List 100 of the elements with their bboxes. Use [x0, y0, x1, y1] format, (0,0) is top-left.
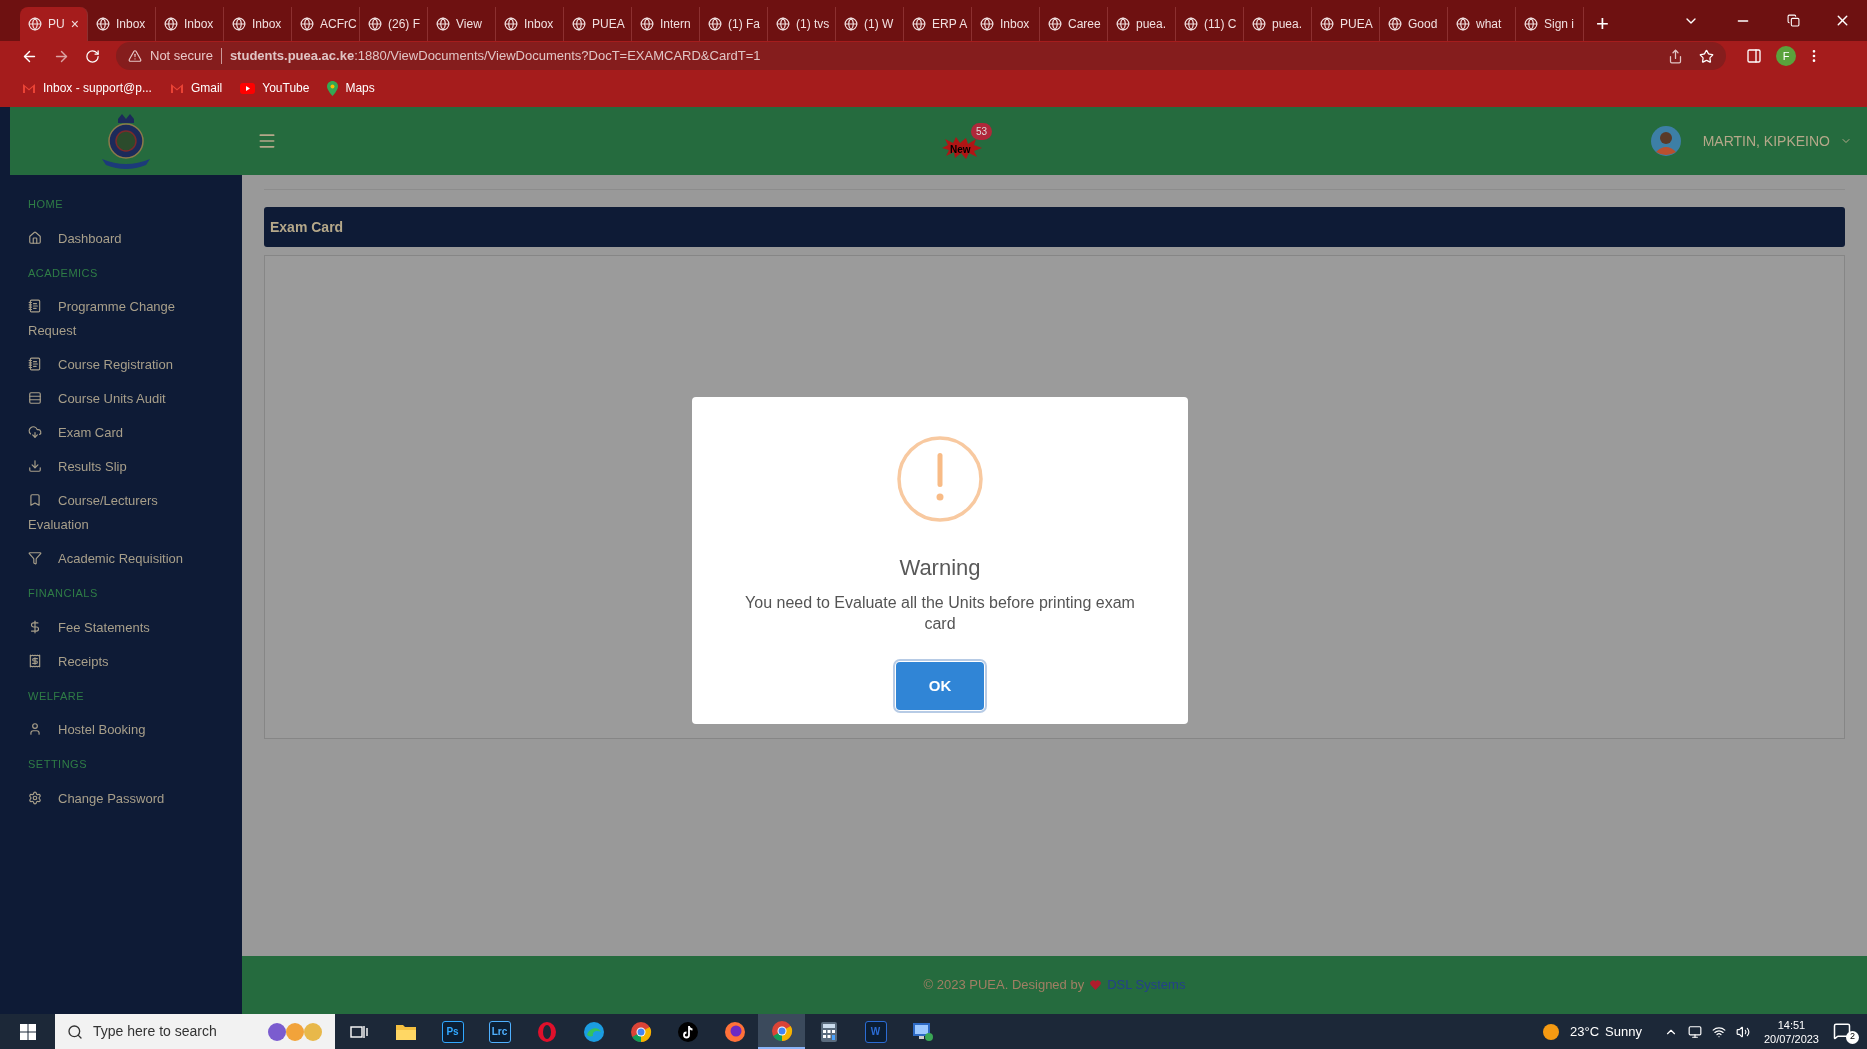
- display-icon[interactable]: [1687, 1024, 1702, 1039]
- favicon-icon: [164, 17, 178, 31]
- star-icon[interactable]: [1699, 48, 1714, 64]
- starburst-icon: [942, 137, 982, 159]
- sun-icon: [1542, 1022, 1560, 1041]
- favicon-icon: [776, 17, 790, 31]
- folder-icon: [394, 1022, 417, 1041]
- section-heading: HOME: [28, 197, 64, 212]
- sidebar-item[interactable]: Course/Lecturers Evaluation: [28, 484, 203, 542]
- fox-logo-icon: [723, 1020, 746, 1043]
- ring-logo-icon: [535, 1020, 558, 1043]
- favicon-icon: [368, 17, 382, 31]
- side-panel-icon[interactable]: [1746, 48, 1762, 64]
- clock[interactable]: 14:51 20/07/2023: [1763, 1017, 1819, 1046]
- favicon-icon: [708, 17, 722, 31]
- temperature: 23°C: [1570, 1022, 1600, 1041]
- footer-text: © 2023 PUEA. Designed by: [923, 976, 1085, 995]
- app-tile-icon: Ps: [441, 1020, 464, 1043]
- tab-title: ERP A: [932, 16, 968, 33]
- restore-icon[interactable]: [1787, 14, 1800, 27]
- sidebar-item[interactable]: Academic Requisition: [28, 542, 203, 576]
- exclamation-icon: [896, 435, 984, 523]
- menu-item-icon: [28, 722, 42, 736]
- taskbar-app[interactable]: Lrc: [476, 1014, 523, 1049]
- notification-badge: 2: [1846, 1030, 1859, 1044]
- sidebar-item[interactable]: Fee Statements: [28, 610, 203, 645]
- tab-title: Inbox: [184, 16, 214, 33]
- menu-item-icon: [28, 653, 42, 668]
- sidebar-item[interactable]: Dashboard: [28, 221, 203, 256]
- dialog-title: Warning: [899, 554, 981, 582]
- close-tab-button[interactable]: ×: [70, 13, 79, 35]
- menu-item-icon: [28, 790, 42, 805]
- mail-icon: [169, 82, 184, 94]
- sidebar-item[interactable]: Results Slip: [28, 450, 203, 484]
- favicon-icon: [1048, 17, 1062, 31]
- taskbar-app[interactable]: Ps: [429, 1014, 476, 1049]
- sidebar-item[interactable]: Course Registration: [28, 348, 203, 382]
- notification-button[interactable]: New 53: [942, 123, 992, 159]
- tab-title: Inbox: [116, 16, 146, 33]
- address-bar[interactable]: Not secure students.puea.ac.ke:1880/ViewDocuments/ViewDocuments?DocT=EXAMCARD&CardT=1: [116, 42, 1726, 70]
- map-pin-icon: [327, 80, 339, 96]
- notification-count: 53: [970, 123, 992, 140]
- menu-item-icon: [28, 459, 42, 473]
- share-icon[interactable]: [1668, 48, 1683, 64]
- chat-icon: [1833, 1021, 1851, 1040]
- doodle-icon: [267, 1020, 323, 1043]
- menu-item-icon: [28, 551, 42, 565]
- favicon-icon: [436, 17, 450, 31]
- favicon-icon: [232, 17, 246, 31]
- warning-icon: [128, 49, 142, 63]
- tab-title: Good: [1408, 16, 1438, 33]
- monitor-icon: [911, 1021, 934, 1042]
- tab-title: (1) W: [864, 16, 894, 33]
- section-heading: WELFARE: [28, 688, 86, 704]
- weather: Sunny: [1605, 1022, 1642, 1041]
- tab-title: (26) F: [388, 16, 420, 33]
- tab-title: (1) Fa: [728, 16, 760, 33]
- sidebar-item[interactable]: Hostel Booking: [28, 713, 203, 747]
- favicon-icon: [912, 17, 926, 31]
- volume-icon[interactable]: [1735, 1024, 1750, 1039]
- tab-title: puea.: [1136, 16, 1167, 33]
- section-heading: SETTINGS: [28, 757, 88, 772]
- sidebar-item[interactable]: Change Password: [28, 781, 203, 816]
- tab-title: Caree: [1068, 16, 1101, 33]
- favicon-icon: [28, 17, 42, 31]
- tab-title: Intern: [660, 16, 691, 33]
- tab-title: puea.: [1272, 16, 1303, 33]
- bookmark-link[interactable]: Gmail: [169, 79, 223, 97]
- section-heading: ACADEMICS: [28, 265, 99, 281]
- favicon-icon: [96, 17, 110, 31]
- sidebar-item[interactable]: Receipts: [28, 644, 203, 679]
- favicon-icon: [572, 17, 586, 31]
- windows-logo-icon: [19, 1023, 36, 1040]
- favicon-icon: [1388, 17, 1402, 31]
- menu-item-icon: [28, 230, 42, 245]
- dialog-message: You need to Evaluate all the Units before printing exam card: [744, 593, 1136, 634]
- sidebar-item[interactable]: Programme Change Request: [28, 290, 203, 348]
- new-label: New: [950, 145, 971, 155]
- favicon-icon: [844, 17, 858, 31]
- sidebar-item[interactable]: Course Units Audit: [28, 382, 203, 416]
- tab-title: PUEA: [592, 16, 625, 33]
- network-icon[interactable]: [1711, 1024, 1726, 1039]
- avatar-icon: [1650, 126, 1681, 156]
- bookmark-link[interactable]: YouTube: [240, 79, 310, 97]
- page-title: Exam Card: [270, 217, 344, 237]
- menu-item-icon: [28, 391, 42, 405]
- tab-title: Sign i: [1544, 16, 1575, 33]
- bookmark-link[interactable]: Maps: [327, 79, 375, 97]
- tab-title: PU: [48, 16, 65, 33]
- reload-icon[interactable]: [85, 48, 100, 64]
- task-view-icon: [349, 1023, 368, 1040]
- tab-title: ACFrC: [320, 16, 357, 33]
- browser-tab[interactable]: PU ×: [20, 7, 88, 41]
- bookmark-link[interactable]: Inbox - support@p...: [22, 79, 152, 97]
- sidebar-item[interactable]: Exam Card: [28, 416, 203, 450]
- search-field[interactable]: Type here to search: [55, 1014, 335, 1049]
- ok-button[interactable]: OK: [896, 662, 984, 710]
- new-tab-button[interactable]: +: [1596, 13, 1609, 35]
- search-icon: [67, 1023, 83, 1040]
- security-label: Not secure: [150, 47, 213, 66]
